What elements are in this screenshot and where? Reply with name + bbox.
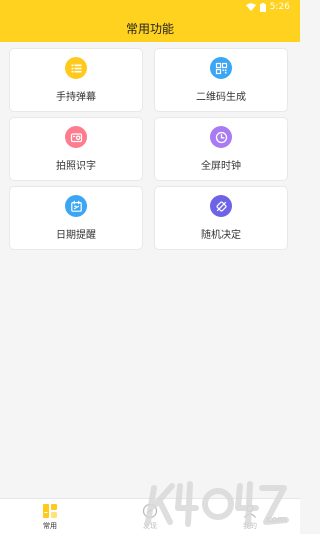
feature-label: 拍照识字 bbox=[56, 161, 96, 172]
feature-label: 日期提醒 bbox=[56, 230, 96, 241]
feature-label: 全屏时钟 bbox=[201, 161, 241, 172]
feature-card-qr-code[interactable]: 二维码生成 bbox=[155, 49, 287, 111]
battery-icon bbox=[259, 2, 266, 12]
feature-label: 二维码生成 bbox=[196, 92, 246, 103]
feature-card-photo-text[interactable]: 拍照识字 bbox=[10, 118, 142, 180]
photo-text-icon bbox=[65, 126, 87, 148]
status-time: 5:26 bbox=[269, 2, 290, 12]
wifi-icon bbox=[245, 3, 256, 11]
qr-code-icon bbox=[210, 57, 232, 79]
feature-label: 手持弹幕 bbox=[56, 92, 96, 103]
status-bar: 5:26 bbox=[0, 0, 300, 14]
tab-common[interactable]: 常用 bbox=[0, 499, 100, 534]
feature-card-barrage[interactable]: 手持弹幕 bbox=[10, 49, 142, 111]
feature-grid: 手持弹幕 二维码生成 拍照识字 全屏时钟 日期提醒 随机决定 bbox=[10, 49, 291, 249]
feature-card-date-reminder[interactable]: 日期提醒 bbox=[10, 187, 142, 249]
tab-label: 常用 bbox=[43, 522, 57, 530]
watermark-logo: .com bbox=[145, 481, 289, 527]
app-bar: 常用功能 bbox=[0, 14, 300, 42]
barrage-list-icon bbox=[65, 57, 87, 79]
feature-card-random[interactable]: 随机决定 bbox=[155, 187, 287, 249]
calendar-icon bbox=[65, 195, 87, 217]
status-right: 5:26 bbox=[245, 0, 290, 14]
feature-label: 随机决定 bbox=[201, 230, 241, 241]
svg-text:.com: .com bbox=[264, 515, 286, 525]
feature-card-clock[interactable]: 全屏时钟 bbox=[155, 118, 287, 180]
clock-icon bbox=[210, 126, 232, 148]
random-die-icon bbox=[210, 195, 232, 217]
page-title: 常用功能 bbox=[125, 21, 174, 36]
grid-tab-icon bbox=[43, 504, 57, 518]
